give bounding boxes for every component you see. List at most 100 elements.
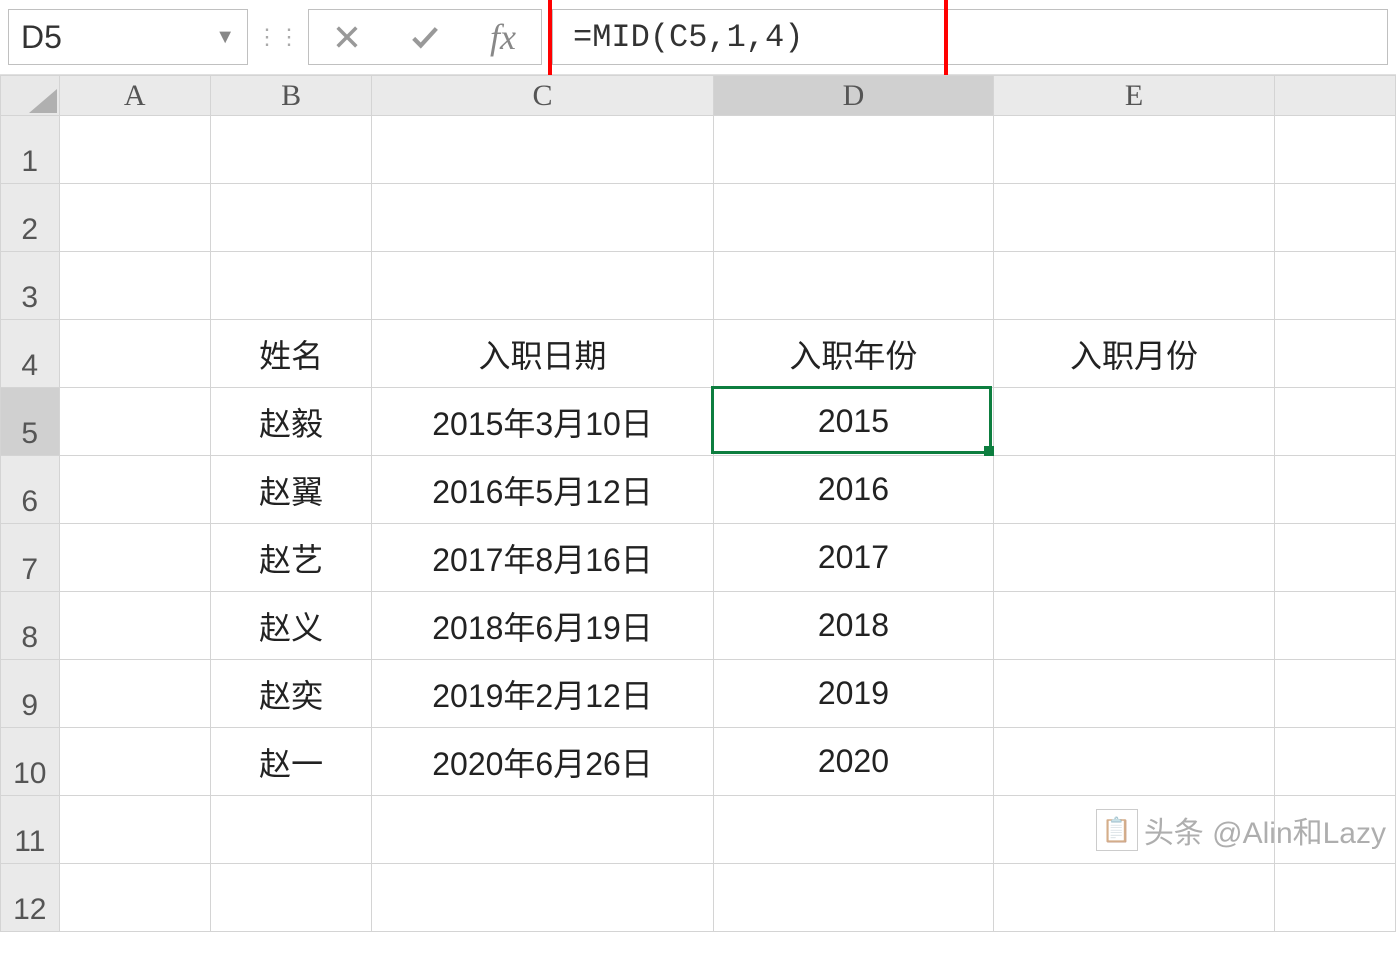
row-header[interactable]: 3 bbox=[1, 252, 60, 320]
cell-A4[interactable] bbox=[59, 320, 210, 388]
cell-A6[interactable] bbox=[59, 456, 210, 524]
cell-B4[interactable]: 姓名 bbox=[210, 320, 372, 388]
col-header-A[interactable]: A bbox=[59, 76, 210, 116]
cell-B8[interactable]: 赵义 bbox=[210, 592, 372, 660]
cell-B1[interactable] bbox=[210, 116, 372, 184]
cell-B10[interactable]: 赵一 bbox=[210, 728, 372, 796]
cell-B12[interactable] bbox=[210, 864, 372, 932]
row-header[interactable]: 8 bbox=[1, 592, 60, 660]
cell-E1[interactable] bbox=[994, 116, 1275, 184]
cell-E9[interactable] bbox=[994, 660, 1275, 728]
row-header[interactable]: 10 bbox=[1, 728, 60, 796]
col-header-D[interactable]: D bbox=[713, 76, 994, 116]
cell-A8[interactable] bbox=[59, 592, 210, 660]
expand-icon[interactable]: ⋮⋮ bbox=[258, 9, 298, 65]
cell-C10[interactable]: 2020年6月26日 bbox=[372, 728, 713, 796]
cell-A7[interactable] bbox=[59, 524, 210, 592]
cell-extra[interactable] bbox=[1274, 116, 1395, 184]
cell-C6[interactable]: 2016年5月12日 bbox=[372, 456, 713, 524]
cell-extra[interactable] bbox=[1274, 524, 1395, 592]
cell-E2[interactable] bbox=[994, 184, 1275, 252]
cell-E10[interactable] bbox=[994, 728, 1275, 796]
col-header-E[interactable]: E bbox=[994, 76, 1275, 116]
row-header[interactable]: 12 bbox=[1, 864, 60, 932]
cell-B2[interactable] bbox=[210, 184, 372, 252]
cell-E3[interactable] bbox=[994, 252, 1275, 320]
cell-D6[interactable]: 2016 bbox=[713, 456, 994, 524]
cell-D11[interactable] bbox=[713, 796, 994, 864]
cell-C12[interactable] bbox=[372, 864, 713, 932]
dropdown-arrow-icon[interactable]: ▼ bbox=[215, 26, 235, 49]
cell-B7[interactable]: 赵艺 bbox=[210, 524, 372, 592]
cell-C5[interactable]: 2015年3月10日 bbox=[372, 388, 713, 456]
cell-extra[interactable] bbox=[1274, 184, 1395, 252]
cell-A2[interactable] bbox=[59, 184, 210, 252]
cell-C3[interactable] bbox=[372, 252, 713, 320]
cell-A5[interactable] bbox=[59, 388, 210, 456]
cell-C1[interactable] bbox=[372, 116, 713, 184]
cell-B11[interactable] bbox=[210, 796, 372, 864]
name-box[interactable]: D5 ▼ bbox=[8, 9, 248, 65]
cell-C8[interactable]: 2018年6月19日 bbox=[372, 592, 713, 660]
cell-extra[interactable] bbox=[1274, 728, 1395, 796]
watermark: 📋 头条 @Alin和Lazy bbox=[1096, 808, 1386, 852]
cell-E12[interactable] bbox=[994, 864, 1275, 932]
cell-D2[interactable] bbox=[713, 184, 994, 252]
cell-extra[interactable] bbox=[1274, 388, 1395, 456]
cell-C9[interactable]: 2019年2月12日 bbox=[372, 660, 713, 728]
row-header[interactable]: 9 bbox=[1, 660, 60, 728]
row-header[interactable]: 6 bbox=[1, 456, 60, 524]
cell-D9[interactable]: 2019 bbox=[713, 660, 994, 728]
cell-B6[interactable]: 赵翼 bbox=[210, 456, 372, 524]
cell-B9[interactable]: 赵奕 bbox=[210, 660, 372, 728]
cell-B5[interactable]: 赵毅 bbox=[210, 388, 372, 456]
row-header[interactable]: 11 bbox=[1, 796, 60, 864]
row-header[interactable]: 7 bbox=[1, 524, 60, 592]
col-header-extra[interactable] bbox=[1274, 76, 1395, 116]
cell-D1[interactable] bbox=[713, 116, 994, 184]
cell-extra[interactable] bbox=[1274, 592, 1395, 660]
cell-A12[interactable] bbox=[59, 864, 210, 932]
cell-A1[interactable] bbox=[59, 116, 210, 184]
cell-extra[interactable] bbox=[1274, 864, 1395, 932]
cell-A10[interactable] bbox=[59, 728, 210, 796]
cell-C11[interactable] bbox=[372, 796, 713, 864]
row-header[interactable]: 5 bbox=[1, 388, 60, 456]
cell-A9[interactable] bbox=[59, 660, 210, 728]
cell-E7[interactable] bbox=[994, 524, 1275, 592]
cell-extra[interactable] bbox=[1274, 320, 1395, 388]
cell-extra[interactable] bbox=[1274, 456, 1395, 524]
row-header[interactable]: 1 bbox=[1, 116, 60, 184]
col-header-C[interactable]: C bbox=[372, 76, 713, 116]
cell-E4[interactable]: 入职月份 bbox=[994, 320, 1275, 388]
cell-D7[interactable]: 2017 bbox=[713, 524, 994, 592]
cell-A11[interactable] bbox=[59, 796, 210, 864]
cell-E5[interactable] bbox=[994, 388, 1275, 456]
cell-C4[interactable]: 入职日期 bbox=[372, 320, 713, 388]
cell-A3[interactable] bbox=[59, 252, 210, 320]
sheet-table[interactable]: A B C D E 1234姓名入职日期入职年份入职月份5赵毅2015年3月10… bbox=[0, 75, 1396, 932]
cell-C7[interactable]: 2017年8月16日 bbox=[372, 524, 713, 592]
cell-E8[interactable] bbox=[994, 592, 1275, 660]
cell-C2[interactable] bbox=[372, 184, 713, 252]
row-header[interactable]: 4 bbox=[1, 320, 60, 388]
cell-D8[interactable]: 2018 bbox=[713, 592, 994, 660]
cell-D5[interactable]: 2015 bbox=[713, 388, 994, 456]
cell-extra[interactable] bbox=[1274, 660, 1395, 728]
fx-button[interactable]: fx bbox=[473, 10, 533, 64]
confirm-icon[interactable] bbox=[395, 10, 455, 64]
select-all-corner[interactable] bbox=[1, 76, 60, 116]
formula-input[interactable]: =MID(C5,1,4) bbox=[552, 9, 1388, 65]
formula-buttons: fx bbox=[308, 9, 542, 65]
cell-D3[interactable] bbox=[713, 252, 994, 320]
col-header-B[interactable]: B bbox=[210, 76, 372, 116]
cell-extra[interactable] bbox=[1274, 252, 1395, 320]
cell-D12[interactable] bbox=[713, 864, 994, 932]
watermark-icon: 📋 bbox=[1096, 809, 1138, 851]
row-header[interactable]: 2 bbox=[1, 184, 60, 252]
cell-D10[interactable]: 2020 bbox=[713, 728, 994, 796]
cell-D4[interactable]: 入职年份 bbox=[713, 320, 994, 388]
cell-B3[interactable] bbox=[210, 252, 372, 320]
cancel-icon[interactable] bbox=[317, 10, 377, 64]
cell-E6[interactable] bbox=[994, 456, 1275, 524]
